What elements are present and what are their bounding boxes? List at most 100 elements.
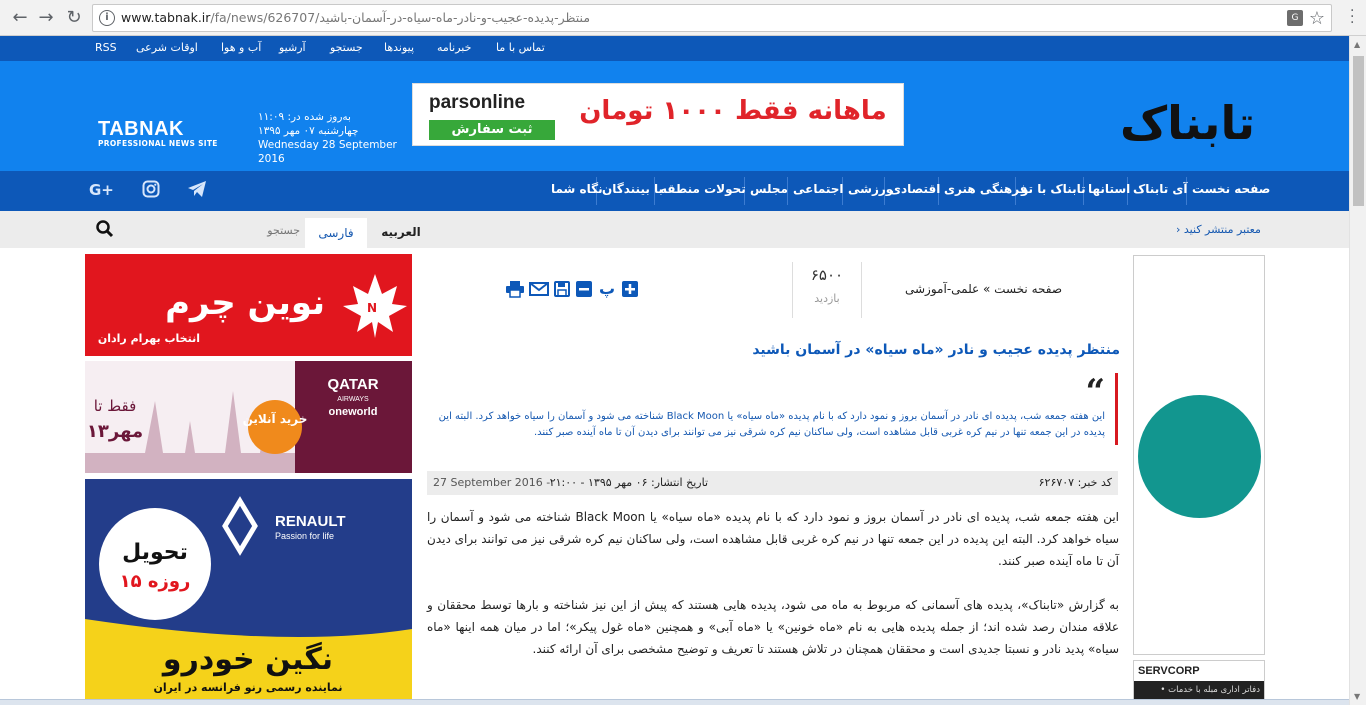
- article-body: این هفته جمعه شب، پدیده ای نادر در آسمان…: [427, 506, 1119, 682]
- search-icon[interactable]: [95, 219, 115, 239]
- scroll-up-icon[interactable]: ▲: [1354, 40, 1360, 49]
- nav-parliament[interactable]: مجلس: [750, 182, 788, 196]
- scroll-down-icon[interactable]: ▼: [1354, 692, 1360, 701]
- link-links[interactable]: پیوندها: [384, 41, 414, 54]
- quote-icon: “: [1085, 372, 1105, 412]
- delivery-line-2: ۱۵ روزه: [120, 571, 191, 592]
- nav-home[interactable]: صفحه نخست: [1192, 182, 1270, 196]
- servcorp-brand: SERVCORP: [1138, 665, 1200, 677]
- star-icon[interactable]: ☆: [1309, 8, 1325, 29]
- nav-your-view[interactable]: نگاه شما: [551, 182, 603, 196]
- search-input[interactable]: [120, 218, 300, 242]
- fa-date: چهارشنبه ۰۷ مهر ۱۳۹۵: [258, 125, 359, 137]
- scrollbar-thumb[interactable]: [1353, 56, 1364, 206]
- price-line-2: ۱۳مهر: [87, 421, 143, 442]
- vertical-scrollbar[interactable]: ▲ ▼: [1349, 36, 1366, 705]
- link-search[interactable]: جستجو: [330, 41, 363, 54]
- instagram-icon[interactable]: [142, 180, 160, 198]
- right-ad-box[interactable]: [1133, 255, 1265, 655]
- forward-icon[interactable]: →: [34, 6, 58, 30]
- publish-date: تاریخ انتشار: ۰۶ مهر ۱۳۹۵ - ۲۱:۰۰: [549, 476, 708, 489]
- qatar-artwork: خرید آنلاین QATAR AIRWAYS oneworld فقط ت…: [85, 361, 412, 473]
- renault-brand: RENAULT: [275, 513, 346, 530]
- delivery-line-1: تحویل: [122, 540, 188, 565]
- os-taskbar: [0, 699, 1349, 705]
- nav-sports[interactable]: ورزشی: [848, 182, 893, 196]
- font-size-label[interactable]: پ: [598, 280, 616, 298]
- renault-ad[interactable]: RENAULT Passion for life تحویل ۱۵ روزه ن…: [85, 479, 412, 699]
- nav-i-tabnak[interactable]: آی تابناک: [1133, 182, 1188, 196]
- menu-icon[interactable]: · · ·: [1350, 4, 1356, 30]
- browser-toolbar: ← → ↻ i www.tabnak.ir/fa/news/626707/منت…: [0, 0, 1366, 36]
- nav-economy[interactable]: اقتصادی: [890, 182, 940, 196]
- qatar-brand: QATAR: [327, 376, 378, 393]
- nav-tabnak-with-you[interactable]: تابناک با تو: [1021, 182, 1086, 196]
- paragraph: این هفته جمعه شب، پدیده ای نادر در آسمان…: [427, 510, 1120, 568]
- svg-text:N: N: [367, 301, 377, 315]
- email-icon[interactable]: [529, 280, 549, 298]
- oneworld-text: oneworld: [329, 406, 378, 418]
- nav-region[interactable]: تحولات منطقه: [660, 182, 746, 196]
- visit-counter: ۶۵۰۰ بازدید: [792, 262, 862, 318]
- en-logo[interactable]: TABNAK PROFESSIONAL NEWS SITE: [98, 118, 218, 148]
- servcorp-ad[interactable]: SERVCORP • دفاتر اداری مبله با خدمات: [1133, 660, 1265, 700]
- link-archive[interactable]: آرشیو: [279, 41, 306, 54]
- nav-culture[interactable]: فرهنگی هنری: [944, 182, 1028, 196]
- tab-arabic[interactable]: العربیه: [368, 218, 434, 247]
- article-headline[interactable]: منتظر پدیده عجیب و نادر «ماه سیاه» در آس…: [430, 342, 1120, 358]
- main-nav: صفحه نخست آی تابناک استانها تابناک با تو…: [0, 171, 1349, 211]
- nav-viewers[interactable]: با بینندگان: [602, 182, 663, 196]
- paragraph: به گزارش «تابناک»، پدیده های آسمانی که م…: [427, 598, 1119, 656]
- news-ticker[interactable]: › معتبر منتشر کنید: [1176, 223, 1261, 236]
- servcorp-sub: • دفاتر اداری مبله با خدمات: [1134, 681, 1264, 699]
- url-text[interactable]: www.tabnak.ir/fa/news/626707/منتظر-پدیده…: [121, 10, 590, 25]
- google-plus-icon[interactable]: G+: [89, 181, 115, 197]
- minus-icon[interactable]: [575, 280, 593, 298]
- renault-artwork: RENAULT Passion for life تحویل ۱۵ روزه ن…: [85, 479, 412, 699]
- back-icon[interactable]: ←: [8, 6, 32, 30]
- nav-social[interactable]: اجتماعی: [793, 182, 844, 196]
- updated-time: به‌روز شده در: ۱۱:۰۹: [258, 111, 351, 123]
- banner-cta: ثبت سفارش: [429, 120, 555, 140]
- link-weather[interactable]: آب و هوا: [221, 41, 261, 54]
- site-header: تابناک parsonline ثبت سفارش ماهانه فقط ۱…: [0, 61, 1349, 171]
- tab-farsi[interactable]: فارسی: [305, 218, 367, 248]
- address-bar[interactable]: i www.tabnak.ir/fa/news/626707/منتظر-پدی…: [92, 4, 1332, 32]
- info-icon[interactable]: i: [99, 10, 115, 26]
- novin-sub: انتخاب بهرام رادان: [98, 332, 200, 345]
- link-contact[interactable]: تماس با ما: [496, 41, 545, 54]
- link-newsletter[interactable]: خبرنامه: [437, 41, 471, 54]
- date-box: به‌روز شده در: ۱۱:۰۹ چهارشنبه ۰۷ مهر ۱۳۹…: [258, 110, 398, 166]
- lead-text: این هفته جمعه شب، پدیده ای نادر در آسمان…: [438, 411, 1105, 438]
- en-logo-sub: PROFESSIONAL NEWS SITE: [98, 139, 218, 148]
- telegram-icon[interactable]: [187, 180, 207, 198]
- tabnak-logo[interactable]: تابناک: [1110, 69, 1260, 159]
- translate-icon[interactable]: G: [1287, 10, 1303, 26]
- plus-icon[interactable]: [621, 280, 639, 298]
- url-host: www.tabnak.ir: [121, 10, 211, 25]
- link-rss[interactable]: RSS: [95, 41, 117, 54]
- print-icon[interactable]: [505, 280, 524, 298]
- save-icon[interactable]: [553, 280, 571, 298]
- en-date: Wednesday 28 September 2016: [258, 139, 397, 165]
- novin-charm-ad[interactable]: N نوین چرم انتخاب بهرام رادان: [85, 254, 412, 356]
- article-meta: کد خبر: ۶۲۶۷۰۷ تاریخ انتشار: ۰۶ مهر ۱۳۹۵…: [427, 471, 1118, 495]
- qatar-sub: AIRWAYS: [337, 396, 369, 403]
- logo-text: تابناک: [1120, 96, 1255, 150]
- dealer-name: نگین خودرو: [161, 641, 333, 677]
- parsonline-banner[interactable]: parsonline ثبت سفارش ماهانه فقط ۱۰۰۰ توم…: [412, 83, 904, 146]
- svg-text:G+: G+: [89, 181, 114, 197]
- reload-icon[interactable]: ↻: [62, 6, 86, 30]
- qatar-airways-ad[interactable]: خرید آنلاین QATAR AIRWAYS oneworld فقط ت…: [85, 361, 412, 473]
- buy-online-badge: [248, 400, 302, 454]
- breadcrumb[interactable]: صفحه نخست » علمی-آموزشی: [905, 282, 1062, 296]
- article-lead: “ این هفته جمعه شب، پدیده ای نادر در آسم…: [430, 373, 1118, 445]
- nav-provinces[interactable]: استانها: [1088, 182, 1130, 196]
- dealer-sub: نماینده رسمی رنو فرانسه در ایران: [154, 681, 343, 694]
- link-prayer-times[interactable]: اوقات شرعی: [136, 41, 198, 54]
- price-line-1: فقط تا: [94, 397, 137, 415]
- url-path: /fa/news/626707/منتظر-پدیده-عجیب-و-نادر-…: [210, 10, 591, 25]
- visit-count: ۶۵۰۰: [810, 266, 844, 284]
- renault-tagline: Passion for life: [275, 531, 334, 541]
- publish-date-en: 27 September 2016 -: [433, 476, 551, 489]
